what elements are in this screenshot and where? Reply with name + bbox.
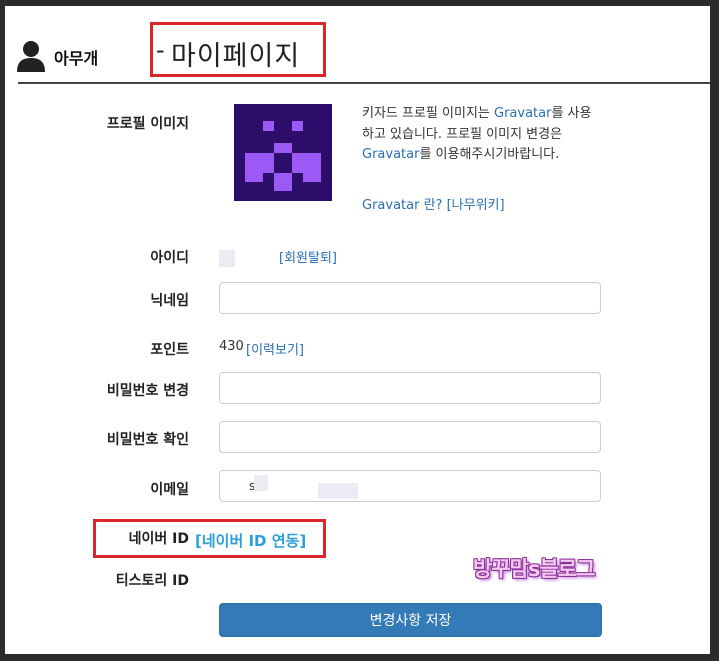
gravatar-link[interactable]: Gravatar bbox=[494, 106, 551, 121]
email-input[interactable]: s bbox=[219, 470, 601, 502]
points-label: 포인트 bbox=[150, 342, 189, 358]
email-label: 이메일 bbox=[150, 482, 189, 498]
id-value-redacted bbox=[219, 250, 235, 267]
password-confirm-input[interactable] bbox=[219, 421, 601, 453]
profile-avatar bbox=[234, 104, 332, 201]
points-value: 430 bbox=[219, 339, 244, 354]
nickname-input[interactable] bbox=[219, 282, 601, 314]
title-dash: - bbox=[156, 36, 165, 64]
naver-id-label: 네이버 ID bbox=[128, 531, 189, 547]
gravatar-link-2[interactable]: Gravatar bbox=[362, 147, 419, 162]
points-history-link[interactable]: [이력보기] bbox=[246, 339, 304, 358]
namuwiki-link[interactable]: [나무위키] bbox=[447, 198, 505, 213]
naver-connect-link[interactable]: [네이버 ID 연동] bbox=[195, 530, 306, 551]
gravatar-info-links: Gravatar 란? [나무위키] bbox=[362, 194, 505, 213]
id-label: 아이디 bbox=[150, 250, 189, 266]
password-input[interactable] bbox=[219, 372, 601, 404]
desc-text-1: 키자드 프로필 이미지는 bbox=[362, 106, 494, 121]
email-redacted-2 bbox=[318, 483, 358, 499]
username: 아무개 bbox=[54, 49, 99, 68]
mypage-panel: 아무개 - 마이페이지 프로필 이미지 키자드 프로필 이미지는 Gravata… bbox=[5, 6, 710, 654]
page-title: 마이페이지 bbox=[171, 41, 301, 72]
tistory-id-label: 티스토리 ID bbox=[115, 573, 189, 589]
password-label: 비밀번호 변경 bbox=[106, 383, 189, 399]
user-icon bbox=[17, 41, 45, 72]
desc-text-3: 를 이용해주시기바랍니다. bbox=[419, 147, 560, 162]
password-confirm-label: 비밀번호 확인 bbox=[106, 432, 189, 448]
blog-watermark: 방꾸맘s블로그 bbox=[473, 557, 595, 581]
email-redacted-1 bbox=[254, 475, 268, 491]
header-divider bbox=[18, 82, 710, 84]
withdraw-link[interactable]: [회원탈퇴] bbox=[279, 247, 337, 266]
nickname-label: 닉네임 bbox=[150, 293, 189, 309]
profile-image-label: 프로필 이미지 bbox=[106, 116, 189, 132]
profile-description: 키자드 프로필 이미지는 Gravatar를 사용하고 있습니다. 프로필 이미… bbox=[362, 104, 602, 166]
gravatar-what-link[interactable]: Gravatar 란? bbox=[362, 198, 442, 213]
identicon-image bbox=[245, 121, 321, 191]
page-header: 아무개 - 마이페이지 bbox=[5, 6, 710, 84]
save-changes-button[interactable]: 변경사항 저장 bbox=[219, 603, 602, 637]
